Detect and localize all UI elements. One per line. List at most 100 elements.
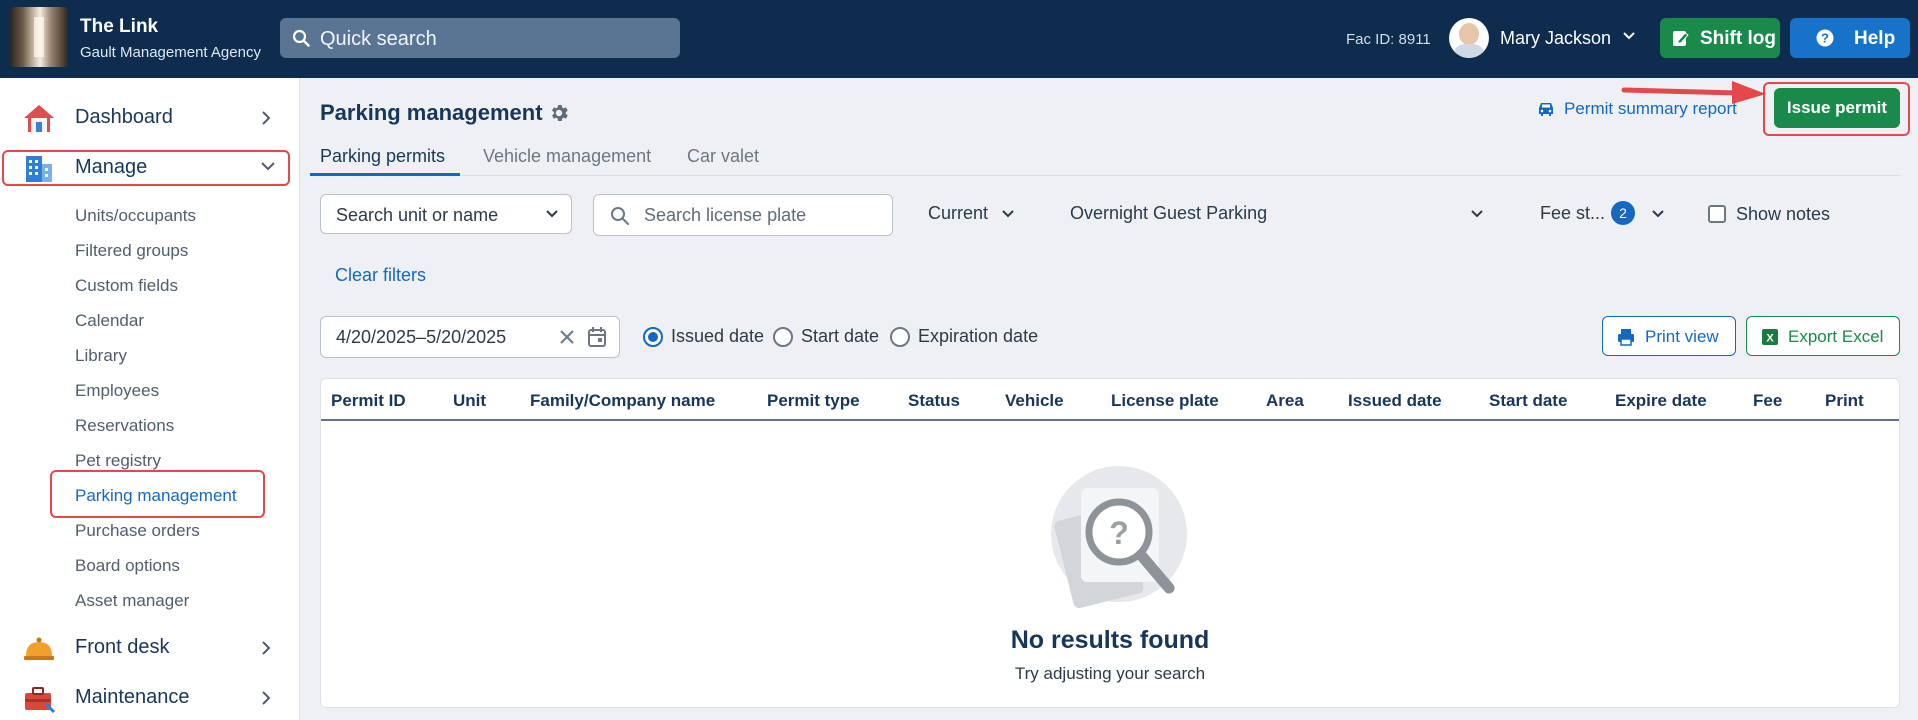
facility-id: Fac ID: 8911: [1346, 31, 1431, 48]
sidebar-item-maintenance[interactable]: Maintenance: [0, 676, 300, 720]
column-header-start-date[interactable]: Start date: [1489, 391, 1567, 411]
help-button[interactable]: ? Help: [1790, 18, 1910, 58]
search-icon: [611, 207, 629, 225]
table-header: Permit ID Unit Family/Company name Permi…: [321, 379, 1899, 421]
sidebar-subitem-reservations[interactable]: Reservations: [75, 416, 174, 436]
car-icon: [1539, 103, 1553, 116]
sidebar-item-front-desk[interactable]: Front desk: [0, 626, 300, 670]
avatar[interactable]: [1449, 18, 1489, 58]
brand-logo[interactable]: [10, 7, 68, 67]
empty-state-subtitle: Try adjusting your search: [1014, 664, 1206, 683]
column-header-print[interactable]: Print: [1825, 391, 1864, 411]
sidebar-subitem-calendar[interactable]: Calendar: [75, 311, 144, 331]
sidebar-subitem-custom-fields[interactable]: Custom fields: [75, 276, 178, 296]
sidebar-subitem-employees[interactable]: Employees: [75, 381, 159, 401]
column-header-vehicle[interactable]: Vehicle: [1005, 391, 1064, 411]
show-notes-label[interactable]: Show notes: [1736, 204, 1830, 225]
unit-name-select-value: Search unit or name: [336, 205, 499, 225]
chevron-right-icon: [262, 691, 271, 705]
column-header-area[interactable]: Area: [1266, 391, 1304, 411]
column-header-family-company[interactable]: Family/Company name: [530, 391, 715, 411]
column-header-issued-date[interactable]: Issued date: [1348, 391, 1442, 411]
sidebar-item-label: Dashboard: [75, 106, 173, 128]
column-header-unit[interactable]: Unit: [453, 391, 486, 411]
sidebar-subitem-board-options[interactable]: Board options: [75, 556, 180, 576]
sidebar-subitem-purchase-orders[interactable]: Purchase orders: [75, 521, 200, 541]
chevron-down-icon: [546, 210, 558, 218]
sidebar-subitem-units-occupants[interactable]: Units/occupants: [75, 206, 196, 226]
tab-parking-permits[interactable]: Parking permits: [320, 146, 445, 167]
column-header-permit-id[interactable]: Permit ID: [331, 391, 406, 411]
empty-state-title: No results found: [1010, 626, 1210, 654]
unit-name-select[interactable]: Search unit or name: [320, 194, 572, 234]
chevron-down-icon[interactable]: [1001, 209, 1015, 219]
toolbox-icon: [25, 687, 56, 714]
license-plate-search-input[interactable]: Search license plate: [593, 194, 893, 236]
sidebar-subitem-asset-manager[interactable]: Asset manager: [75, 591, 189, 611]
chevron-down-icon[interactable]: [1651, 209, 1665, 219]
sidebar-subitem-filtered-groups[interactable]: Filtered groups: [75, 241, 188, 261]
column-header-permit-type[interactable]: Permit type: [767, 391, 860, 411]
tab-car-valet[interactable]: Car valet: [687, 146, 759, 167]
export-excel-button[interactable]: X Export Excel: [1746, 316, 1900, 356]
close-icon[interactable]: [559, 329, 575, 345]
svg-text:?: ?: [1821, 31, 1829, 46]
chevron-right-icon: [262, 641, 271, 655]
gear-icon[interactable]: [548, 102, 570, 124]
column-header-fee[interactable]: Fee: [1753, 391, 1782, 411]
print-view-button[interactable]: Print view: [1602, 316, 1736, 356]
permits-table: Permit ID Unit Family/Company name Permi…: [320, 378, 1900, 708]
user-name[interactable]: Mary Jackson: [1500, 28, 1611, 49]
parking-highlight-box: [50, 470, 265, 518]
radio-expiration-date[interactable]: [890, 327, 910, 347]
no-results-magnifier-icon: ?: [1051, 466, 1187, 609]
active-tab-indicator: [310, 173, 460, 176]
bell-icon: [24, 637, 54, 660]
fee-status-select[interactable]: Fee st...: [1540, 203, 1605, 224]
svg-text:X: X: [1766, 333, 1774, 345]
license-plate-placeholder: Search license plate: [644, 205, 807, 225]
column-header-status[interactable]: Status: [908, 391, 960, 411]
chevron-down-icon[interactable]: [1470, 209, 1484, 219]
radio-issued-date-label[interactable]: Issued date: [671, 326, 764, 347]
quick-search-input[interactable]: Quick search: [280, 18, 680, 58]
radio-expiration-date-label[interactable]: Expiration date: [918, 326, 1038, 347]
radio-start-date-label[interactable]: Start date: [801, 326, 879, 347]
brand-name: The Link: [80, 16, 159, 37]
radio-start-date[interactable]: [773, 327, 793, 347]
edit-note-icon: [1673, 31, 1689, 46]
search-placeholder: Quick search: [320, 28, 437, 50]
house-icon: [24, 105, 54, 132]
search-icon: [292, 29, 310, 47]
printer-icon: [1618, 329, 1634, 346]
sidebar-item-label: Front desk: [75, 636, 170, 658]
shift-log-button[interactable]: Shift log: [1660, 18, 1780, 58]
chevron-right-icon: [262, 111, 271, 125]
column-header-expire-date[interactable]: Expire date: [1615, 391, 1707, 411]
calendar-icon[interactable]: [587, 326, 607, 348]
help-label: Help: [1854, 28, 1896, 49]
show-notes-checkbox[interactable]: [1708, 205, 1726, 223]
tab-vehicle-management[interactable]: Vehicle management: [483, 146, 651, 167]
help-icon: ?: [1816, 29, 1834, 47]
radio-issued-date[interactable]: [643, 327, 663, 347]
fee-status-count-badge: 2: [1611, 201, 1635, 225]
sidebar-subitem-library[interactable]: Library: [75, 346, 127, 366]
sidebar-item-dashboard[interactable]: Dashboard: [0, 96, 300, 140]
issue-permit-button[interactable]: Issue permit: [1774, 88, 1900, 128]
status-select[interactable]: Current: [928, 203, 988, 224]
column-header-license-plate[interactable]: License plate: [1111, 391, 1219, 411]
excel-icon: X: [1762, 329, 1778, 345]
chevron-down-icon[interactable]: [1622, 31, 1636, 41]
clear-filters-link[interactable]: Clear filters: [335, 265, 426, 286]
sidebar: Dashboard Manage Units/occupants Filtere…: [0, 78, 300, 720]
brand-subtitle: Gault Management Agency: [80, 44, 261, 61]
page-title: Parking management: [320, 100, 543, 125]
sidebar-subitem-pet-registry[interactable]: Pet registry: [75, 451, 161, 471]
tab-bar: Parking permits Vehicle management Car v…: [310, 142, 1900, 176]
date-range-input[interactable]: 4/20/2025–5/20/2025: [320, 316, 620, 358]
date-range-value: 4/20/2025–5/20/2025: [336, 327, 507, 347]
manage-highlight-box: [2, 150, 290, 186]
area-select[interactable]: Overnight Guest Parking: [1070, 203, 1267, 224]
shift-log-label: Shift log: [1700, 28, 1776, 49]
